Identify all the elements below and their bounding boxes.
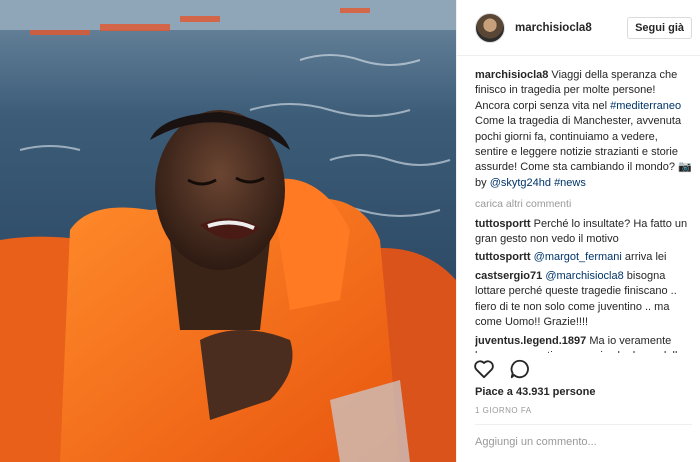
comment-username[interactable]: juventus.legend.1897	[475, 335, 586, 347]
load-more-comments-link[interactable]: carica altri commenti	[475, 197, 692, 212]
comments-list[interactable]: marchisiocla8 Viaggi della speranza che …	[475, 68, 692, 353]
post-sidebar: marchisiocla8 Segui già marchisiocla8 Vi…	[456, 0, 700, 462]
list-item: castsergio71 @marchisiocla8 bisogna lott…	[475, 269, 692, 331]
caption: marchisiocla8 Viaggi della speranza che …	[475, 68, 692, 191]
comment-icon[interactable]	[509, 358, 531, 383]
follow-button[interactable]: Segui già	[627, 16, 692, 39]
caption-hashtag-mediterraneo[interactable]: #mediterraneo	[610, 100, 681, 112]
comment-username[interactable]: tuttosportt	[475, 251, 531, 263]
comment-username[interactable]: tuttosportt	[475, 218, 531, 230]
caption-username[interactable]: marchisiocla8	[475, 69, 548, 81]
post-timestamp: 1 GIORNO FA	[475, 406, 532, 415]
list-item: tuttosportt @margot_fermani arriva lei	[475, 250, 692, 265]
heart-icon[interactable]	[473, 359, 495, 382]
avatar[interactable]	[475, 12, 505, 43]
comment-mention[interactable]: @marchisiocla8	[545, 270, 623, 282]
list-item: tuttosportt Perché lo insultate? Ha fatt…	[475, 217, 692, 248]
comment-username[interactable]: castsergio71	[475, 270, 542, 282]
likes-label: Piace a 43.931 persone	[475, 386, 596, 398]
instagram-post: marchisiocla8 Segui già marchisiocla8 Vi…	[0, 0, 700, 462]
post-photo[interactable]	[0, 0, 456, 462]
photo-illustration	[0, 0, 456, 462]
comment-mention[interactable]: @margot_fermani	[534, 251, 622, 263]
add-comment-input[interactable]	[475, 432, 692, 452]
post-username[interactable]: marchisiocla8	[515, 22, 627, 34]
likes-count[interactable]: Piace a 43.931 persone	[475, 386, 595, 398]
caption-hashtag-news[interactable]: #news	[554, 177, 586, 189]
post-header: marchisiocla8 Segui già	[457, 0, 700, 56]
list-item: juventus.legend.1897 Ma io veramente leg…	[475, 334, 692, 354]
divider	[475, 424, 692, 425]
comment-text-after: arriva lei	[621, 251, 667, 264]
post-actions	[473, 358, 531, 382]
caption-mention-skytg24hd[interactable]: @skytg24hd	[490, 177, 551, 189]
